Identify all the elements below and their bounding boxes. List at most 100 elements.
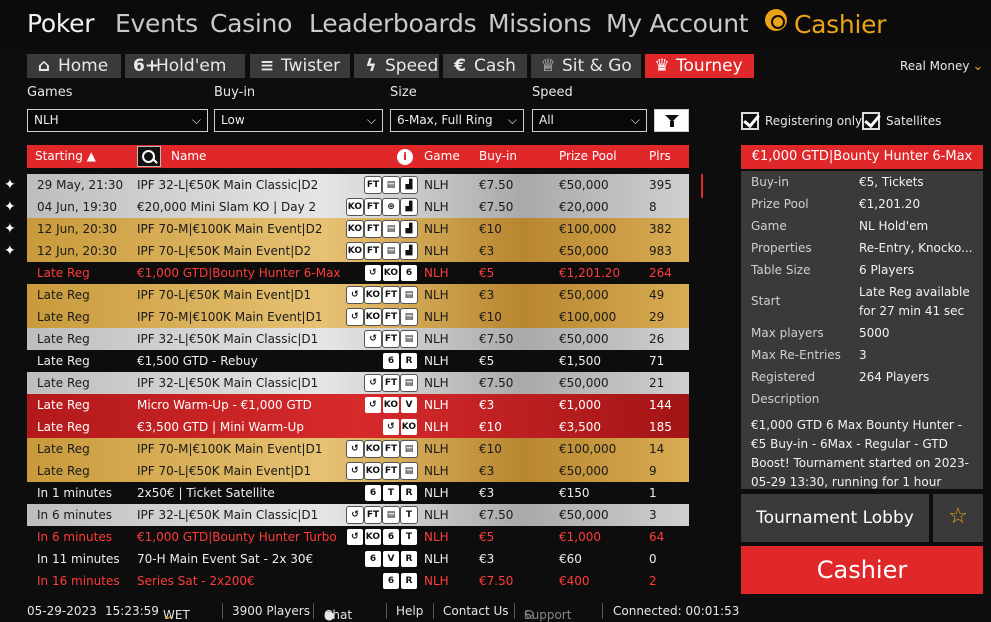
- registering-only-label: Registering only: [765, 114, 863, 128]
- tab-cash[interactable]: € Cash: [443, 54, 527, 78]
- table-row[interactable]: In 16 minutes Series Sat - 2x200€ NLH €7.50…: [27, 570, 689, 592]
- cashier-button[interactable]: Cashier: [741, 546, 983, 594]
- row-badges: ↺ FT ▤: [364, 330, 418, 348]
- row-badges: ↺ KO FT ▤: [345, 440, 418, 458]
- nav-my-account[interactable]: My Account: [606, 9, 749, 38]
- nav-missions[interactable]: Missions: [488, 9, 592, 38]
- tab-twister[interactable]: ≡ Twister: [250, 54, 350, 78]
- table-row[interactable]: Late Reg €1,000 GTD|Bounty Hunter 6-Max NL…: [27, 262, 689, 284]
- satellites-checkbox[interactable]: [862, 112, 880, 130]
- table-row[interactable]: In 1 minutes 2x50€ | Ticket Satellite NLH €…: [27, 482, 689, 504]
- row-prize-pool: €3,500: [559, 420, 601, 434]
- speed-select[interactable]: All ⌵: [532, 109, 647, 132]
- table-row[interactable]: 29 May, 21:30 IPF 32-L|€50K Main Classic|…: [27, 174, 689, 196]
- tab-sit-and-go[interactable]: ♕ Sit & Go: [531, 54, 641, 78]
- info-icon[interactable]: i: [397, 149, 413, 165]
- col-game[interactable]: Game: [424, 149, 460, 163]
- filter-button[interactable]: [654, 109, 689, 132]
- table-row[interactable]: 04 Jun, 19:30 €20,000 Mini Slam KO | Day …: [27, 196, 689, 218]
- nav-cashier[interactable]: Cashier: [765, 9, 886, 39]
- real-money-selector[interactable]: Real Money ⌄: [900, 59, 983, 74]
- table-row[interactable]: 12 Jun, 20:30 IPF 70-L|€50K Main Event|D2…: [27, 240, 689, 262]
- col-starting[interactable]: Starting ▲: [35, 149, 96, 163]
- nav-cashier-label: Cashier: [794, 10, 887, 39]
- row-name: IPF 32-L|€50K Main Classic|D1: [137, 332, 319, 346]
- tourney-badge-icon: KO: [345, 220, 365, 238]
- tourney-badge-icon: KO: [345, 242, 365, 260]
- tab-speed[interactable]: ϟ Speed: [354, 54, 439, 78]
- tourney-badge-icon: ↺: [364, 330, 382, 348]
- row-name: IPF 70-M|€100K Main Event|D1: [137, 310, 323, 324]
- tourney-badge-icon: ↺: [364, 374, 382, 392]
- table-row[interactable]: Late Reg €1,500 GTD - Rebuy NLH €5 €1,500 71 6…: [27, 350, 689, 372]
- row-prize-pool: €50,000: [559, 464, 609, 478]
- row-badges: ↺ KO FT ▤: [345, 462, 418, 480]
- row-players: 264: [649, 266, 672, 280]
- nav-poker[interactable]: Poker: [27, 9, 95, 38]
- row-players: 49: [649, 288, 665, 302]
- row-game: NLH: [424, 442, 449, 456]
- row-name: IPF 70-M|€100K Main Event|D1: [137, 442, 323, 456]
- tab-holdem[interactable]: 6+Hold'em: [125, 54, 245, 78]
- help-link[interactable]: Help: [396, 604, 423, 618]
- row-prize-pool: €100,000: [559, 222, 617, 236]
- tourney-badge-icon: FT: [364, 220, 382, 238]
- row-buyin: €10: [479, 442, 502, 456]
- chevron-down-icon: ⌵: [191, 113, 201, 127]
- table-row[interactable]: 12 Jun, 20:30 IPF 70-M|€100K Main Event|D…: [27, 218, 689, 240]
- table-row[interactable]: In 6 minutes €1,000 GTD|Bounty Hunter Tur…: [27, 526, 689, 548]
- pin-icon[interactable]: ✦: [4, 244, 18, 258]
- scroll-position-marker[interactable]: [701, 174, 703, 198]
- pin-icon[interactable]: ✦: [4, 222, 18, 236]
- buyin-select[interactable]: Low ⌵: [214, 109, 383, 132]
- row-buyin: €3: [479, 552, 495, 566]
- col-players[interactable]: Plrs: [649, 149, 671, 163]
- row-buyin: €5: [479, 354, 495, 368]
- row-start: In 6 minutes: [37, 508, 112, 522]
- contact-us-link[interactable]: Contact Us: [443, 604, 509, 618]
- detail-label: Properties: [751, 241, 812, 255]
- col-buyin[interactable]: Buy-in: [479, 149, 517, 163]
- detail-value: NL Hold'em: [859, 219, 929, 233]
- tourney-badge-icon: FT: [364, 176, 382, 194]
- coin-icon: [765, 9, 787, 31]
- pin-icon[interactable]: ✦: [4, 200, 18, 214]
- row-badges: ↺ FT ▤ T: [346, 506, 418, 524]
- nav-events[interactable]: Events: [115, 9, 198, 38]
- tourney-badge-icon: KO: [345, 198, 365, 216]
- table-row[interactable]: Late Reg Micro Warm-Up - €1,000 GTD NLH €3 €…: [27, 394, 689, 416]
- favorite-star-icon[interactable]: ☆: [933, 494, 983, 542]
- tab-home[interactable]: ⌂ Home: [27, 54, 121, 78]
- row-buyin: €5: [479, 266, 495, 280]
- table-row[interactable]: Late Reg IPF 32-L|€50K Main Classic|D1 NLH…: [27, 372, 689, 394]
- col-name[interactable]: Name: [171, 149, 206, 163]
- table-row[interactable]: Late Reg IPF 70-M|€100K Main Event|D1 NLH €…: [27, 306, 689, 328]
- row-name: IPF 70-L|€50K Main Event|D1: [137, 464, 312, 478]
- pin-icon[interactable]: ✦: [4, 178, 18, 192]
- games-select[interactable]: NLH ⌵: [27, 109, 208, 132]
- table-row[interactable]: Late Reg €3,500 GTD | Mini Warm-Up NLH €10 €…: [27, 416, 689, 438]
- row-start: Late Reg: [37, 332, 90, 346]
- row-start: Late Reg: [37, 464, 90, 478]
- tab-tourney[interactable]: ♛ Tourney: [645, 54, 754, 78]
- nav-leaderboards[interactable]: Leaderboards: [309, 9, 477, 38]
- size-select[interactable]: 6-Max, Full Ring ⌵: [390, 109, 524, 132]
- table-row[interactable]: Late Reg IPF 70-L|€50K Main Event|D1 NLH €3…: [27, 460, 689, 482]
- row-badges: KO FT ▤ ▟: [345, 220, 418, 238]
- table-row[interactable]: Late Reg IPF 70-L|€50K Main Event|D1 NLH €3…: [27, 284, 689, 306]
- search-icon[interactable]: [137, 146, 161, 167]
- row-prize-pool: €1,000: [559, 398, 601, 412]
- table-row[interactable]: In 11 minutes 70-H Main Event Sat - 2x 30…: [27, 548, 689, 570]
- registering-only-checkbox[interactable]: [741, 112, 759, 130]
- col-prize-pool[interactable]: Prize Pool: [559, 149, 617, 163]
- table-row[interactable]: Late Reg IPF 70-M|€100K Main Event|D1 NLH €…: [27, 438, 689, 460]
- tourney-badge-icon: ▤: [382, 220, 400, 238]
- nav-casino[interactable]: Casino: [210, 9, 292, 38]
- tournament-lobby-button[interactable]: Tournament Lobby: [741, 494, 929, 542]
- row-players: 983: [649, 244, 672, 258]
- table-row[interactable]: Late Reg IPF 32-L|€50K Main Classic|D1 NLH…: [27, 328, 689, 350]
- table-row[interactable]: In 6 minutes IPF 32-L|€50K Main Classic|D…: [27, 504, 689, 526]
- tab-speed-label: Speed: [385, 56, 439, 76]
- row-game: NLH: [424, 530, 449, 544]
- row-game: NLH: [424, 464, 449, 478]
